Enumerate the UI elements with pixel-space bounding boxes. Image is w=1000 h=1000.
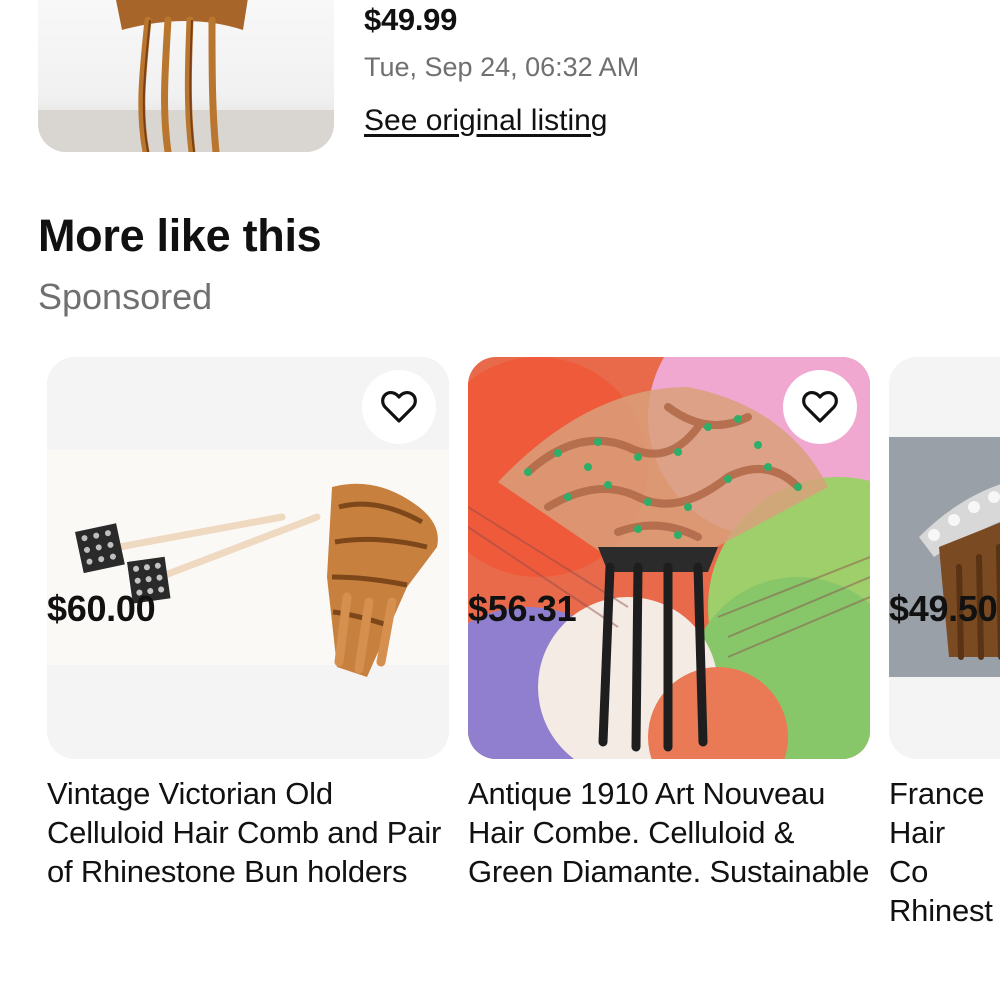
rhinestone-comb-image <box>889 357 1000 759</box>
product-title[interactable]: France Hair Co Rhinest <box>889 774 999 930</box>
product-image[interactable] <box>889 357 1000 759</box>
watch-button[interactable] <box>783 370 857 444</box>
product-price: $49.50 <box>889 588 998 629</box>
product-price: $60.00 <box>47 588 156 629</box>
sold-item-price: $49.99 <box>364 2 458 37</box>
product-price: $56.31 <box>468 588 577 629</box>
sold-item-date: Tue, Sep 24, 06:32 AM <box>364 52 640 82</box>
see-original-listing-link[interactable]: See original listing <box>364 104 607 138</box>
heart-outline-icon <box>802 391 838 423</box>
watch-button[interactable] <box>362 370 436 444</box>
sold-item-image[interactable] <box>38 0 334 152</box>
sponsored-label: Sponsored <box>38 276 213 317</box>
product-title[interactable]: Vintage Victorian Old Celluloid Hair Com… <box>47 774 449 891</box>
product-image[interactable] <box>47 357 449 759</box>
product-card[interactable]: France Hair Co Rhinest <box>889 357 1000 930</box>
hair-comb-image <box>38 0 334 152</box>
heart-outline-icon <box>381 391 417 423</box>
product-title[interactable]: Antique 1910 Art Nouveau Hair Combe. Cel… <box>468 774 870 891</box>
product-image[interactable] <box>468 357 870 759</box>
section-title: More like this <box>38 210 322 261</box>
page: $49.99 Tue, Sep 24, 06:32 AM See origina… <box>0 0 1000 1000</box>
